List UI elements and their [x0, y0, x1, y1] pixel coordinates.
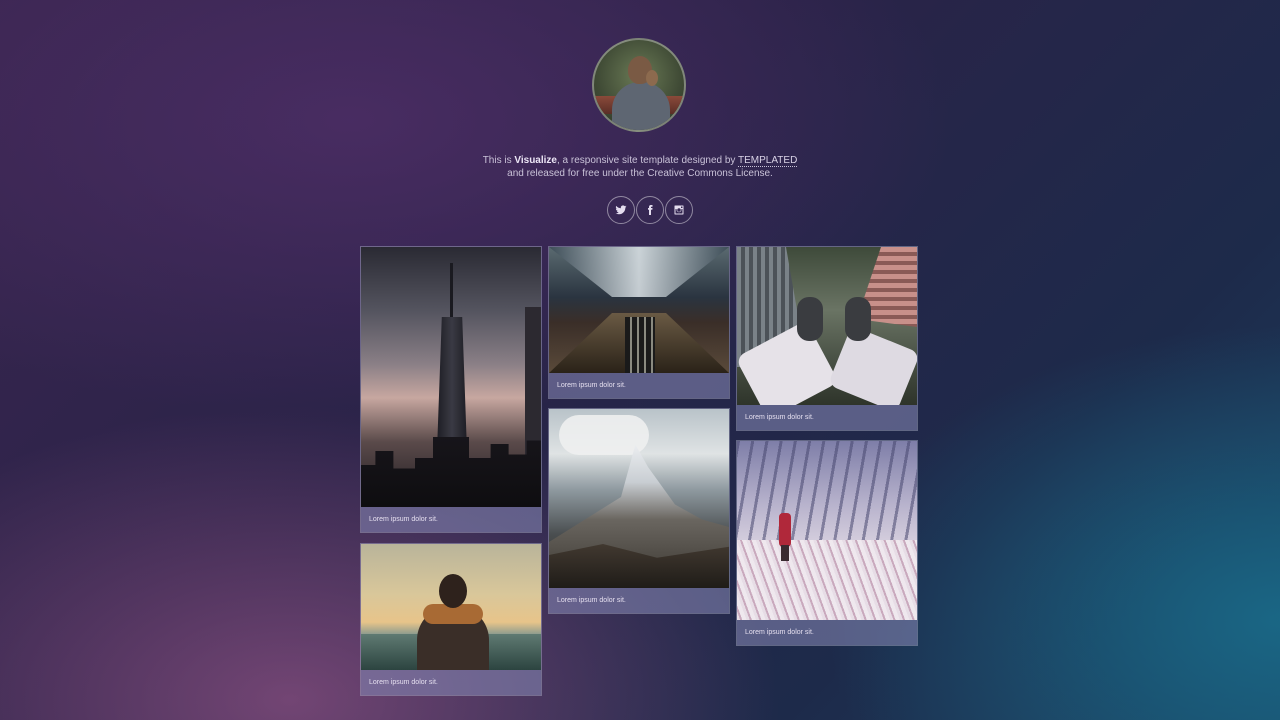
card-caption: Lorem ipsum dolor sit. — [549, 373, 729, 398]
templated-link[interactable]: TEMPLATED — [738, 155, 798, 167]
photo-man-lake — [361, 544, 541, 670]
card-caption: Lorem ipsum dolor sit. — [737, 405, 917, 430]
tagline-prefix: This is — [482, 155, 515, 166]
instagram-icon — [674, 205, 684, 215]
photo-feet-rooftop — [737, 247, 917, 405]
gallery-card-mountain[interactable]: Lorem ipsum dolor sit. — [548, 408, 730, 614]
twitter-icon — [615, 205, 627, 215]
card-caption: Lorem ipsum dolor sit. — [361, 507, 541, 532]
card-caption: Lorem ipsum dolor sit. — [737, 620, 917, 645]
card-caption: Lorem ipsum dolor sit. — [549, 588, 729, 613]
gallery-card-lake[interactable]: Lorem ipsum dolor sit. — [360, 543, 542, 696]
gallery-card-feet[interactable]: Lorem ipsum dolor sit. — [736, 246, 918, 431]
social-links — [607, 196, 693, 224]
photo-snow-field — [737, 441, 917, 620]
gallery-card-snow[interactable]: Lorem ipsum dolor sit. — [736, 440, 918, 646]
gallery-card-city[interactable]: Lorem ipsum dolor sit. — [360, 246, 542, 533]
tagline-middle: , a responsive site template designed by — [556, 155, 739, 166]
card-caption: Lorem ipsum dolor sit. — [361, 670, 541, 695]
facebook-icon — [648, 205, 653, 215]
photo-escalator-hall — [549, 247, 729, 373]
photo-city-skyline — [361, 247, 541, 507]
tagline: This is Visualize, a responsive site tem… — [340, 154, 940, 180]
instagram-button[interactable] — [665, 196, 693, 224]
gallery-card-hall[interactable]: Lorem ipsum dolor sit. — [548, 246, 730, 399]
facebook-button[interactable] — [636, 196, 664, 224]
avatar — [592, 38, 686, 132]
photo-mountain — [549, 409, 729, 588]
brand-name: Visualize — [514, 155, 557, 166]
tagline-line2: and released for free under the Creative… — [507, 168, 773, 179]
twitter-button[interactable] — [607, 196, 635, 224]
